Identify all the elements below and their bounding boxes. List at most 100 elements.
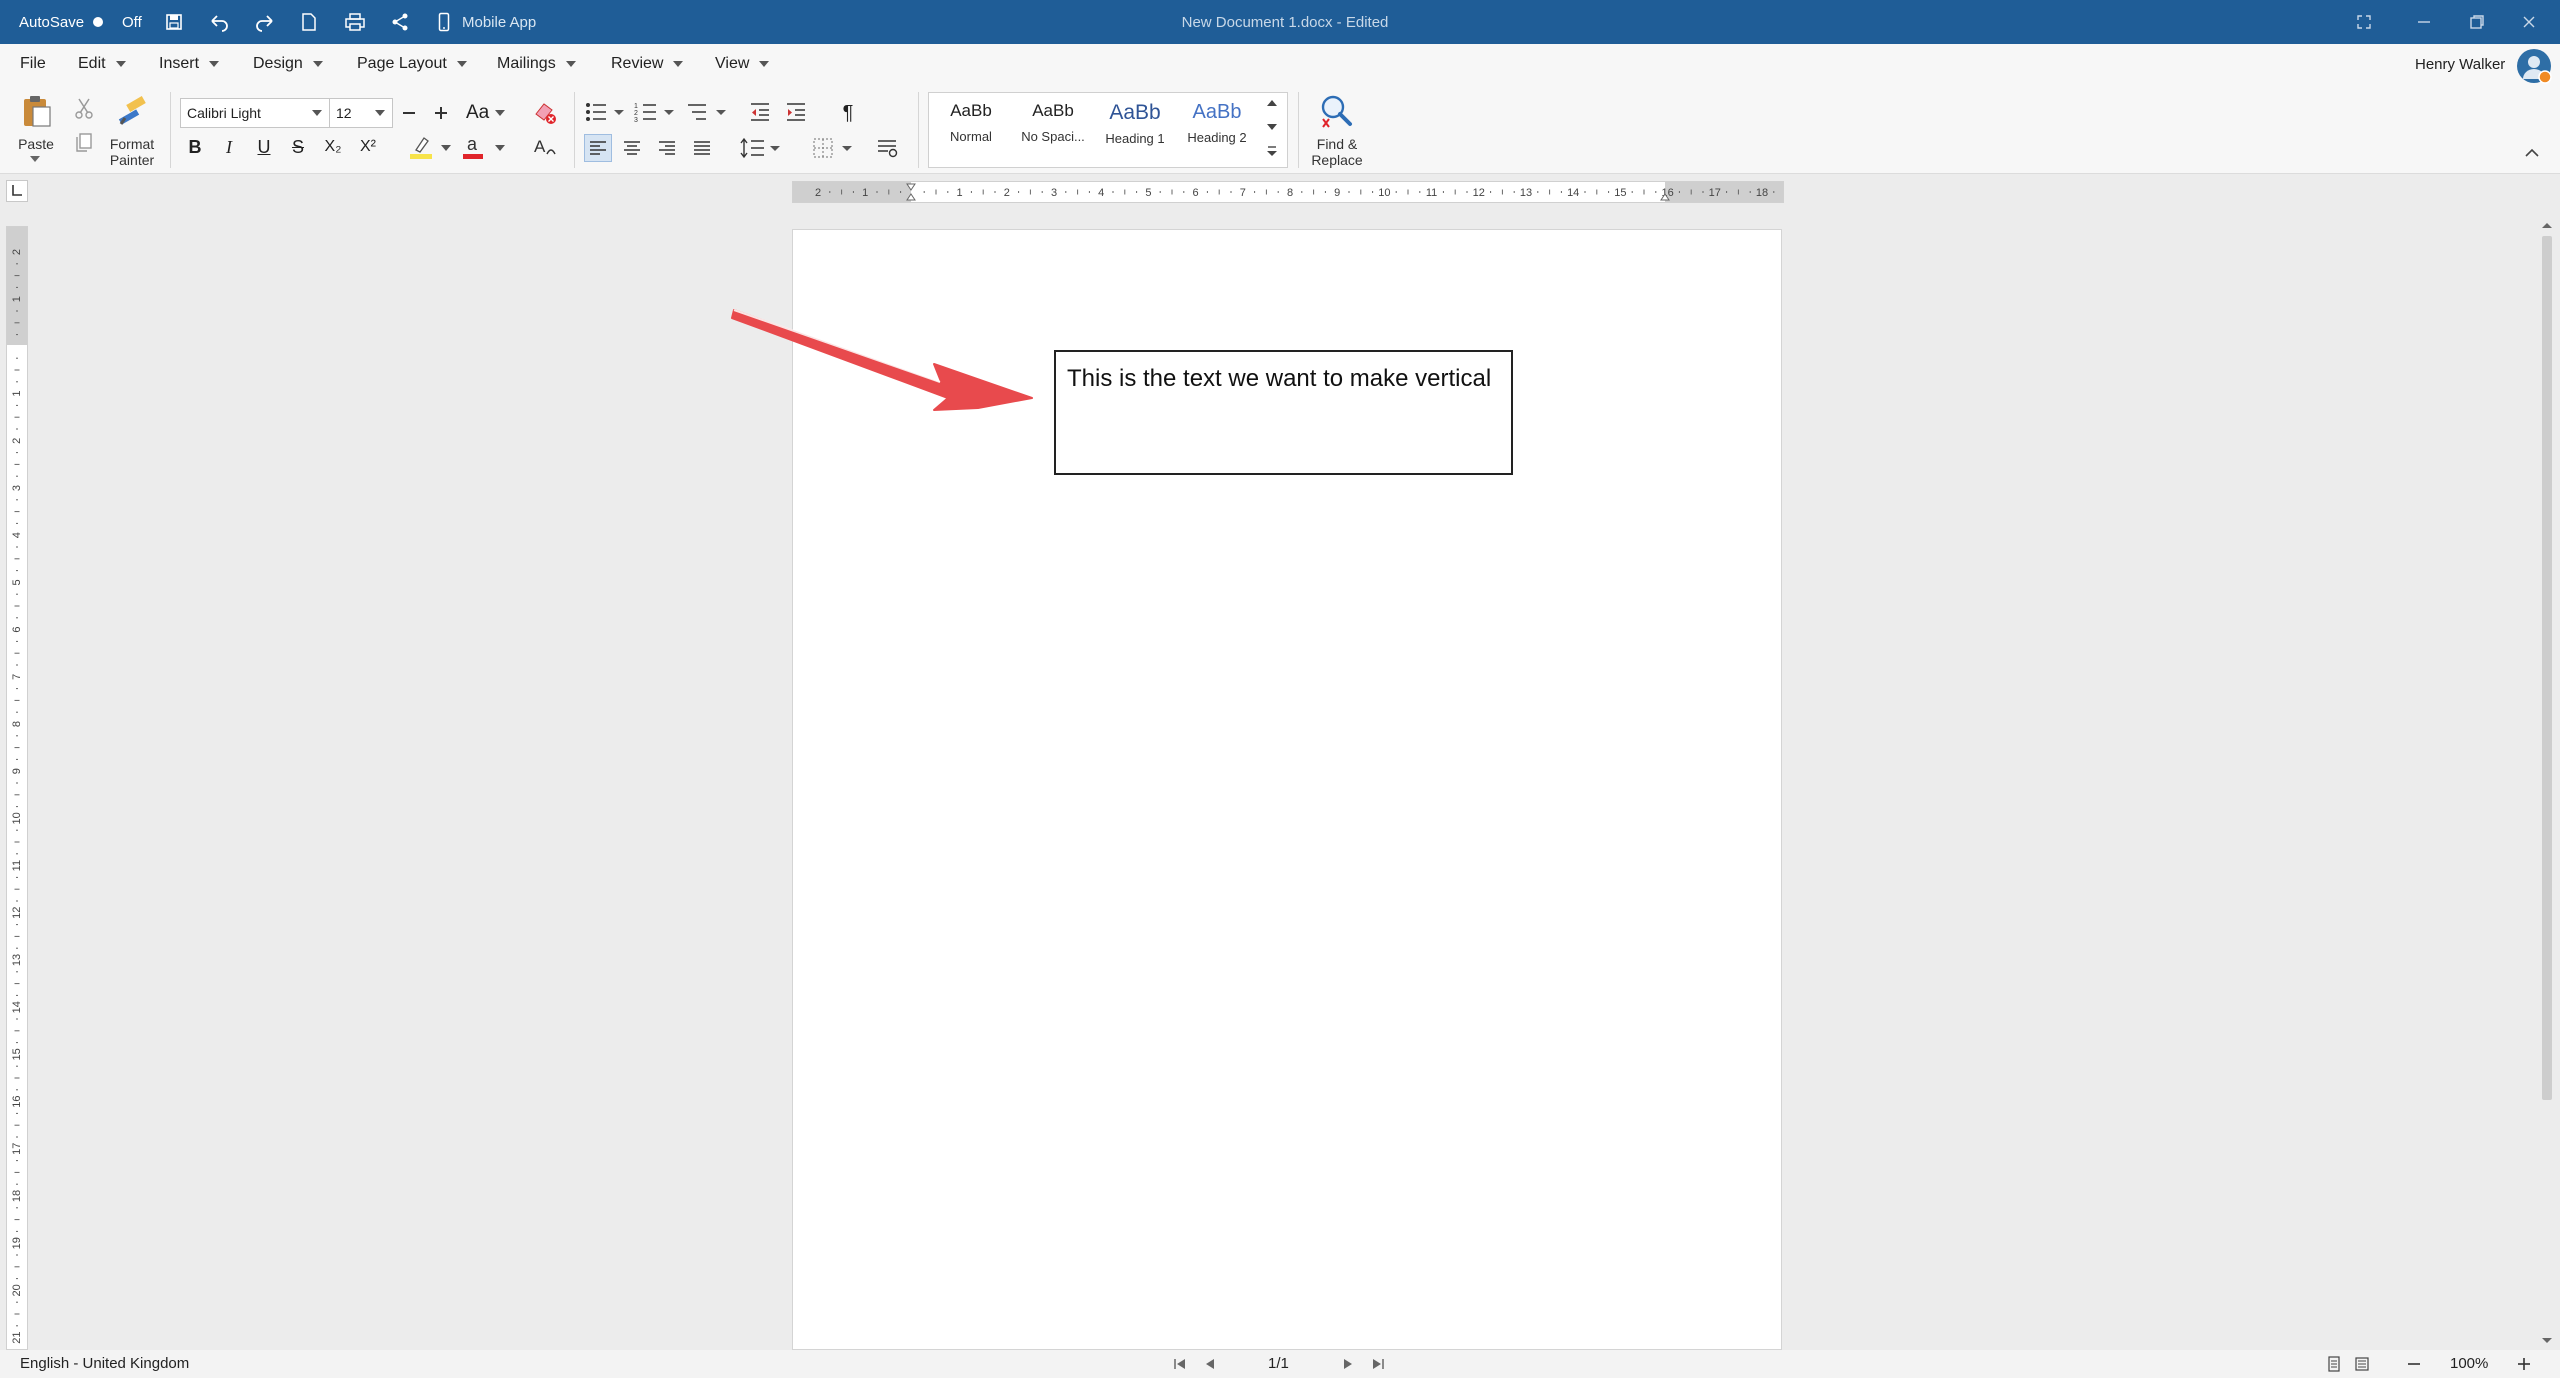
menu-mailings[interactable]: Mailings xyxy=(497,44,576,84)
bullet-list-icon[interactable] xyxy=(584,98,628,126)
multilevel-list-icon[interactable] xyxy=(686,98,730,126)
minimize-icon[interactable] xyxy=(2416,0,2432,44)
paste-label[interactable]: Paste xyxy=(14,136,58,152)
last-page-icon[interactable] xyxy=(1370,1356,1386,1372)
print-icon[interactable] xyxy=(344,0,366,44)
find-replace-icon[interactable] xyxy=(1316,92,1356,132)
avatar[interactable] xyxy=(2516,48,2552,84)
font-color-button[interactable]: a xyxy=(460,134,506,160)
decrease-indent-icon[interactable] xyxy=(746,98,774,126)
new-document-icon[interactable] xyxy=(300,0,318,44)
ruler-tick-label: 15 xyxy=(11,1048,23,1060)
autosave-toggle[interactable] xyxy=(90,0,106,44)
ruler-tick-label: 2 xyxy=(11,438,23,444)
subscript-button[interactable]: X₂ xyxy=(320,134,346,160)
vertical-scrollbar[interactable] xyxy=(2538,218,2556,1350)
svg-text:1: 1 xyxy=(634,103,638,110)
increase-indent-icon[interactable] xyxy=(782,98,810,126)
ruler-tick-label: 18 xyxy=(11,1190,23,1202)
style-normal[interactable]: AaBb Normal xyxy=(931,101,1011,144)
menu-page-layout[interactable]: Page Layout xyxy=(357,44,467,84)
chevron-down-icon[interactable] xyxy=(30,156,40,162)
tab-stop-selector[interactable] xyxy=(6,180,28,202)
menu-page-layout-label: Page Layout xyxy=(357,55,447,72)
svg-text:A: A xyxy=(534,137,546,156)
borders-icon[interactable] xyxy=(812,134,856,162)
styles-more-icon[interactable] xyxy=(1265,143,1279,159)
vertical-ruler[interactable]: 2 1 1 2 3 4 5 6 7 8 9 10 11 12 13 14 15 16 17 18 19 20 21 xyxy=(6,226,28,1350)
format-painter-icon[interactable] xyxy=(112,92,152,130)
style-no-spacing[interactable]: AaBb No Spaci... xyxy=(1013,101,1093,144)
close-icon[interactable] xyxy=(2521,0,2537,44)
style-heading-2[interactable]: AaBb Heading 2 xyxy=(1177,101,1257,145)
mobile-app-label[interactable]: Mobile App xyxy=(462,0,536,44)
justify-icon[interactable] xyxy=(688,134,716,162)
cut-icon[interactable] xyxy=(72,96,96,120)
next-page-icon[interactable] xyxy=(1340,1356,1356,1372)
menu-design[interactable]: Design xyxy=(253,44,323,84)
ruler-tick-label: 21 xyxy=(11,1331,23,1343)
menu-edit[interactable]: Edit xyxy=(78,44,126,84)
menu-file[interactable]: File xyxy=(20,44,46,84)
superscript-button[interactable]: X² xyxy=(355,134,381,160)
change-case-button[interactable]: Aa xyxy=(466,98,506,128)
zoom-out-icon[interactable] xyxy=(2406,1356,2422,1372)
zoom-level[interactable]: 100% xyxy=(2450,1355,2488,1372)
font-size-dropdown[interactable]: 12 xyxy=(329,98,393,128)
menu-insert[interactable]: Insert xyxy=(159,44,220,84)
menu-view[interactable]: View xyxy=(715,44,770,84)
styles-scroll-down-icon[interactable] xyxy=(1265,121,1279,133)
mobile-app-icon[interactable] xyxy=(438,0,450,44)
scrollbar-thumb[interactable] xyxy=(2542,236,2552,1100)
numbered-list-icon[interactable]: 123 xyxy=(634,98,678,126)
horizontal-ruler[interactable]: 2 1 1 2 3 4 5 6 7 8 9 10 11 12 13 14 15 16 17 18 xyxy=(792,181,1784,203)
font-name-dropdown[interactable]: Calibri Light xyxy=(180,98,330,128)
style-heading-2-preview: AaBb xyxy=(1192,101,1242,123)
page-indicator: 1/1 xyxy=(1268,1355,1289,1372)
zoom-in-icon[interactable] xyxy=(2516,1356,2532,1372)
ruler-tick-label: 4 xyxy=(11,532,23,538)
styles-scroll-up-icon[interactable] xyxy=(1265,97,1279,109)
ruler-tick-label: 11 xyxy=(1426,187,1437,199)
menu-review[interactable]: Review xyxy=(611,44,684,84)
save-icon[interactable] xyxy=(164,0,184,44)
decrease-font-size-icon[interactable] xyxy=(396,100,422,126)
ruler-tick-label: 12 xyxy=(1473,187,1485,199)
highlight-color-button[interactable] xyxy=(408,134,452,160)
underline-button[interactable]: U xyxy=(251,134,277,160)
copy-icon[interactable] xyxy=(72,131,96,155)
align-left-icon[interactable] xyxy=(584,134,612,162)
previous-page-icon[interactable] xyxy=(1202,1356,1218,1372)
italic-button[interactable]: I xyxy=(216,134,242,160)
undo-icon[interactable] xyxy=(208,0,230,44)
restore-icon[interactable] xyxy=(2469,0,2485,44)
fullscreen-icon[interactable] xyxy=(2356,0,2372,44)
print-layout-icon[interactable] xyxy=(2326,1356,2342,1372)
share-icon[interactable] xyxy=(390,0,410,44)
align-right-icon[interactable] xyxy=(653,134,681,162)
ruler-tick-label: 14 xyxy=(11,1001,23,1013)
user-name[interactable]: Henry Walker xyxy=(2415,44,2505,84)
language-status[interactable]: English - United Kingdom xyxy=(20,1355,189,1372)
line-spacing-icon[interactable] xyxy=(740,134,784,162)
format-painter-label[interactable]: Format Painter xyxy=(104,136,160,168)
menu-review-label: Review xyxy=(611,55,664,72)
strikethrough-button[interactable]: S xyxy=(285,134,311,160)
style-heading-1[interactable]: AaBb Heading 1 xyxy=(1095,101,1175,146)
paragraph-settings-icon[interactable] xyxy=(872,134,902,162)
increase-font-size-icon[interactable] xyxy=(428,100,454,126)
collapse-ribbon-icon[interactable] xyxy=(2524,146,2540,158)
first-page-icon[interactable] xyxy=(1172,1356,1188,1372)
show-formatting-marks-button[interactable]: ¶ xyxy=(835,100,861,126)
redo-icon[interactable] xyxy=(254,0,276,44)
web-layout-icon[interactable] xyxy=(2354,1356,2370,1372)
find-replace-label[interactable]: Find & Replace xyxy=(1302,136,1372,168)
text-effects-icon[interactable]: A xyxy=(530,134,560,160)
text-box-content[interactable]: This is the text we want to make vertica… xyxy=(1067,365,1491,392)
find-replace-line2: Replace xyxy=(1311,152,1363,168)
paste-icon[interactable] xyxy=(16,94,56,128)
clear-formatting-icon[interactable] xyxy=(530,98,560,128)
align-center-icon[interactable] xyxy=(618,134,646,162)
text-box[interactable]: This is the text we want to make vertica… xyxy=(1054,350,1513,475)
bold-button[interactable]: B xyxy=(182,134,208,160)
